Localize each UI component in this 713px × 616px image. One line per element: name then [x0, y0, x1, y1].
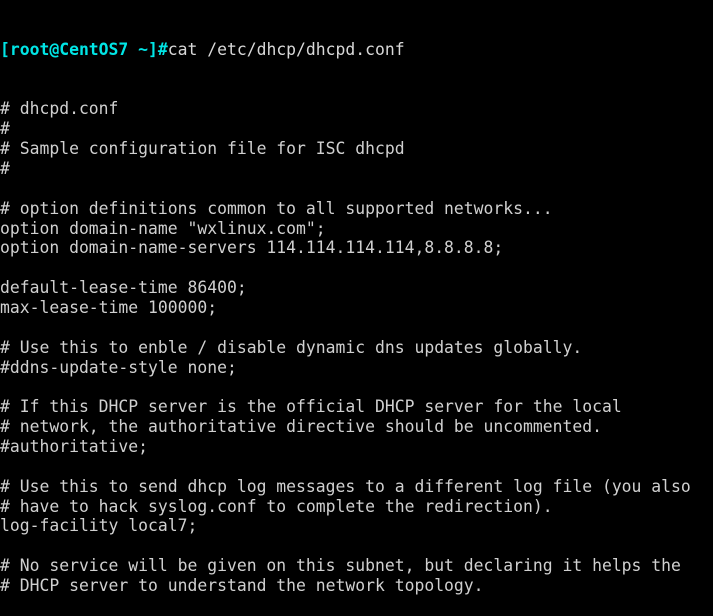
output-line-text: # If this DHCP server is the official DH…	[0, 397, 622, 417]
output-line-text: # option definitions common to all suppo…	[0, 198, 553, 218]
command-line: [root@CentOS7 ~]#cat /etc/dhcp/dhcpd.con…	[0, 40, 713, 60]
output-line-text: #	[0, 119, 10, 139]
output-line-text	[0, 179, 10, 198]
output-line-text	[0, 377, 10, 396]
output-line-text: # Use this to send dhcp log messages to …	[0, 476, 691, 496]
output-line: # No service will be given on this subne…	[0, 556, 713, 576]
output-line: # dhcpd.conf	[0, 99, 713, 119]
output-line: #ddns-update-style none;	[0, 358, 713, 378]
output-line	[0, 318, 713, 338]
output-line-text: # have to hack syslog.conf to complete t…	[0, 496, 553, 516]
output-line-text: #	[0, 158, 10, 178]
output-line	[0, 536, 713, 556]
output-line: # have to hack syslog.conf to complete t…	[0, 497, 713, 517]
output-line-text: max-lease-time 100000;	[0, 297, 218, 317]
output-line-text	[0, 318, 10, 337]
output-line-text: # No service will be given on this subne…	[0, 556, 681, 576]
output-line-text: default-lease-time 86400;	[0, 278, 247, 298]
output-line: #	[0, 119, 713, 139]
output-line: #authoritative;	[0, 437, 713, 457]
shell-prompt: [root@CentOS7 ~]#	[0, 39, 168, 59]
output-line-text: #ddns-update-style none;	[0, 357, 237, 377]
output-line: # DHCP server to understand the network …	[0, 576, 713, 596]
output-line: option domain-name "wxlinux.com";	[0, 219, 713, 239]
output-line	[0, 377, 713, 397]
output-line-text: # DHCP server to understand the network …	[0, 575, 484, 595]
output-line	[0, 457, 713, 477]
output-line-text: # dhcpd.conf	[0, 99, 119, 119]
output-line-text	[0, 457, 10, 476]
output-line: # If this DHCP server is the official DH…	[0, 397, 713, 417]
output-line	[0, 179, 713, 199]
output-line	[0, 596, 713, 616]
output-line: # Use this to enble / disable dynamic dn…	[0, 338, 713, 358]
output-line-text: option domain-name-servers 114.114.114.1…	[0, 238, 504, 258]
command-output: # dhcpd.conf # # Sample configuration file…	[0, 99, 713, 616]
output-line-text: option domain-name "wxlinux.com";	[0, 218, 326, 238]
output-line-text: #authoritative;	[0, 436, 149, 456]
shell-command: cat /etc/dhcp/dhcpd.conf	[167, 39, 405, 59]
output-line: # option definitions common to all suppo…	[0, 199, 713, 219]
output-line-text: log-facility local7;	[0, 516, 198, 536]
output-line-text	[0, 536, 10, 555]
output-line: max-lease-time 100000;	[0, 298, 713, 318]
output-line: default-lease-time 86400;	[0, 278, 713, 298]
output-line: #	[0, 159, 713, 179]
output-line-text	[0, 258, 10, 277]
terminal-screen[interactable]: [root@CentOS7 ~]#cat /etc/dhcp/dhcpd.con…	[0, 0, 713, 616]
output-line: log-facility local7;	[0, 516, 713, 536]
output-line-text: # Sample configuration file for ISC dhcp…	[0, 139, 405, 159]
output-line: # Use this to send dhcp log messages to …	[0, 477, 713, 497]
output-line	[0, 258, 713, 278]
output-line: # network, the authoritative directive s…	[0, 417, 713, 437]
output-line-text: # Use this to enble / disable dynamic dn…	[0, 337, 583, 357]
output-line-text: # network, the authoritative directive s…	[0, 417, 602, 437]
output-line-text	[0, 596, 10, 615]
output-line: # Sample configuration file for ISC dhcp…	[0, 139, 713, 159]
output-line: option domain-name-servers 114.114.114.1…	[0, 238, 713, 258]
